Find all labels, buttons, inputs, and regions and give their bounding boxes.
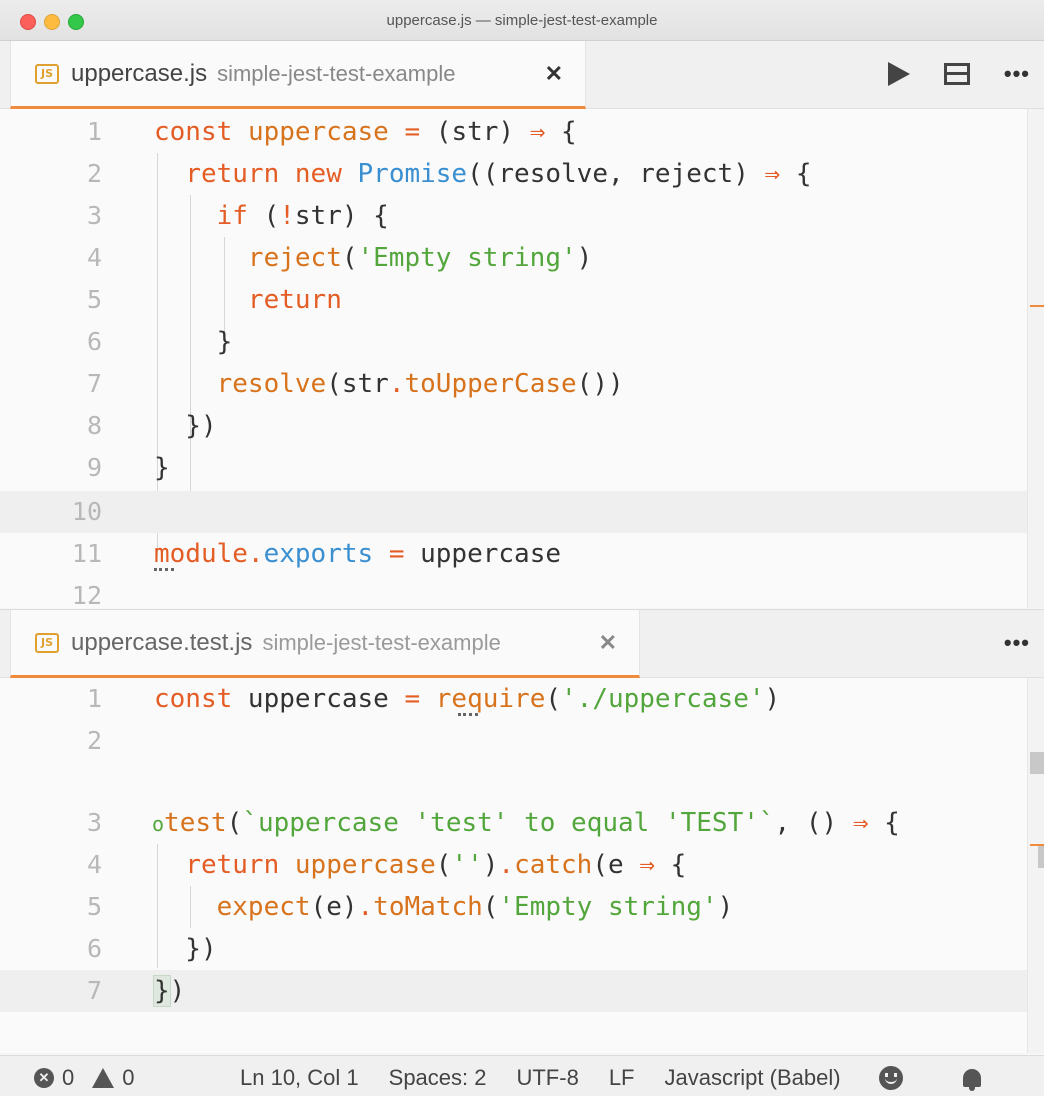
smiley-feedback-icon[interactable] [878,1066,903,1090]
editor-uppercase-js[interactable]: 1 const uppercase = (str) ⇒ { 2 return ne… [0,109,1044,608]
code-line: 6 } [86,327,233,357]
tab-bar-top: JS uppercase.js simple-jest-test-example… [0,41,1044,109]
more-icon[interactable]: ••• [1004,630,1030,656]
code-line: 4 reject('Empty string') [86,243,593,273]
encoding[interactable]: UTF-8 [516,1065,578,1091]
error-count: 0 [62,1065,75,1090]
scrollbar-thumb[interactable] [1030,752,1044,774]
play-icon[interactable] [887,61,910,86]
code-line: 5 return [86,285,342,315]
status-right: Ln 10, Col 1 Spaces: 2 UTF-8 LF Javascri… [240,1065,981,1091]
problems-indicator[interactable]: ✕ 0 0 [34,1065,135,1091]
warning-count: 0 [122,1065,135,1090]
code-line-current: 7}) [0,970,1028,1012]
js-file-icon: JS [35,63,59,84]
vertical-scrollbar[interactable] [1027,109,1044,608]
code-line: 8 }) [86,411,217,441]
bell-notifications-icon[interactable] [962,1069,981,1091]
code-line: 4 return uppercase('').catch(e ⇒ { [86,850,687,880]
code-line: 2 [86,726,102,755]
status-bar: ✕ 0 0 Ln 10, Col 1 Spaces: 2 UTF-8 LF Ja… [0,1055,1044,1096]
close-tab-icon[interactable]: ✕ [545,61,563,87]
error-icon: ✕ [34,1068,54,1088]
warning-icon [92,1068,115,1088]
editor-actions: ••• [1004,610,1030,675]
hint-dots [458,709,478,716]
scrollbar-marker [1030,305,1044,307]
js-file-icon: JS [35,632,59,653]
close-tab-icon[interactable]: ✕ [599,630,617,656]
indentation[interactable]: Spaces: 2 [389,1065,487,1091]
code-line: 2 return new Promise((resolve, reject) ⇒… [86,159,812,189]
code-line: 3 if (!str) { [86,201,389,231]
tab-project: simple-jest-test-example [217,60,456,86]
code-line: 6 }) [86,934,217,964]
code-line: 1 const uppercase = require('./uppercase'… [86,684,781,714]
code-line: 1 const uppercase = (str) ⇒ { [86,117,577,147]
code-line: 7 resolve(str.toUpperCase()) [86,369,624,399]
editor-actions: ••• [887,41,1030,106]
language-mode[interactable]: Javascript (Babel) [665,1065,841,1091]
code-line: 5 expect(e).toMatch('Empty string') [86,892,734,922]
tab-filename: uppercase.js [71,59,208,87]
hint-dots [154,564,174,571]
tab-bar-bottom: JS uppercase.test.js simple-jest-test-ex… [0,609,1044,678]
cursor-position[interactable]: Ln 10, Col 1 [240,1065,359,1091]
tab-project: simple-jest-test-example [262,629,501,655]
line-ending[interactable]: LF [609,1065,635,1091]
code-line: 9} [86,453,170,483]
code-line: 3 otest(`uppercase 'test' to equal 'TEST'… [86,808,900,838]
editor-uppercase-test-js[interactable]: 1 const uppercase = require('./uppercase'… [0,678,1044,1053]
code-line-current: 10 [0,491,1028,533]
split-icon[interactable] [943,62,970,85]
code-line: 12 [71,581,102,608]
more-icon[interactable]: ••• [1004,61,1030,87]
tab-uppercase-test-js[interactable]: JS uppercase.test.js simple-jest-test-ex… [10,610,640,678]
window-title: uppercase.js — simple-jest-test-example [386,12,658,29]
title-bar: uppercase.js — simple-jest-test-example [0,0,1044,41]
tab-uppercase-js[interactable]: JS uppercase.js simple-jest-test-example… [10,41,586,109]
tab-filename: uppercase.test.js [71,628,253,656]
scrollbar-thumb-mini [1038,846,1044,868]
